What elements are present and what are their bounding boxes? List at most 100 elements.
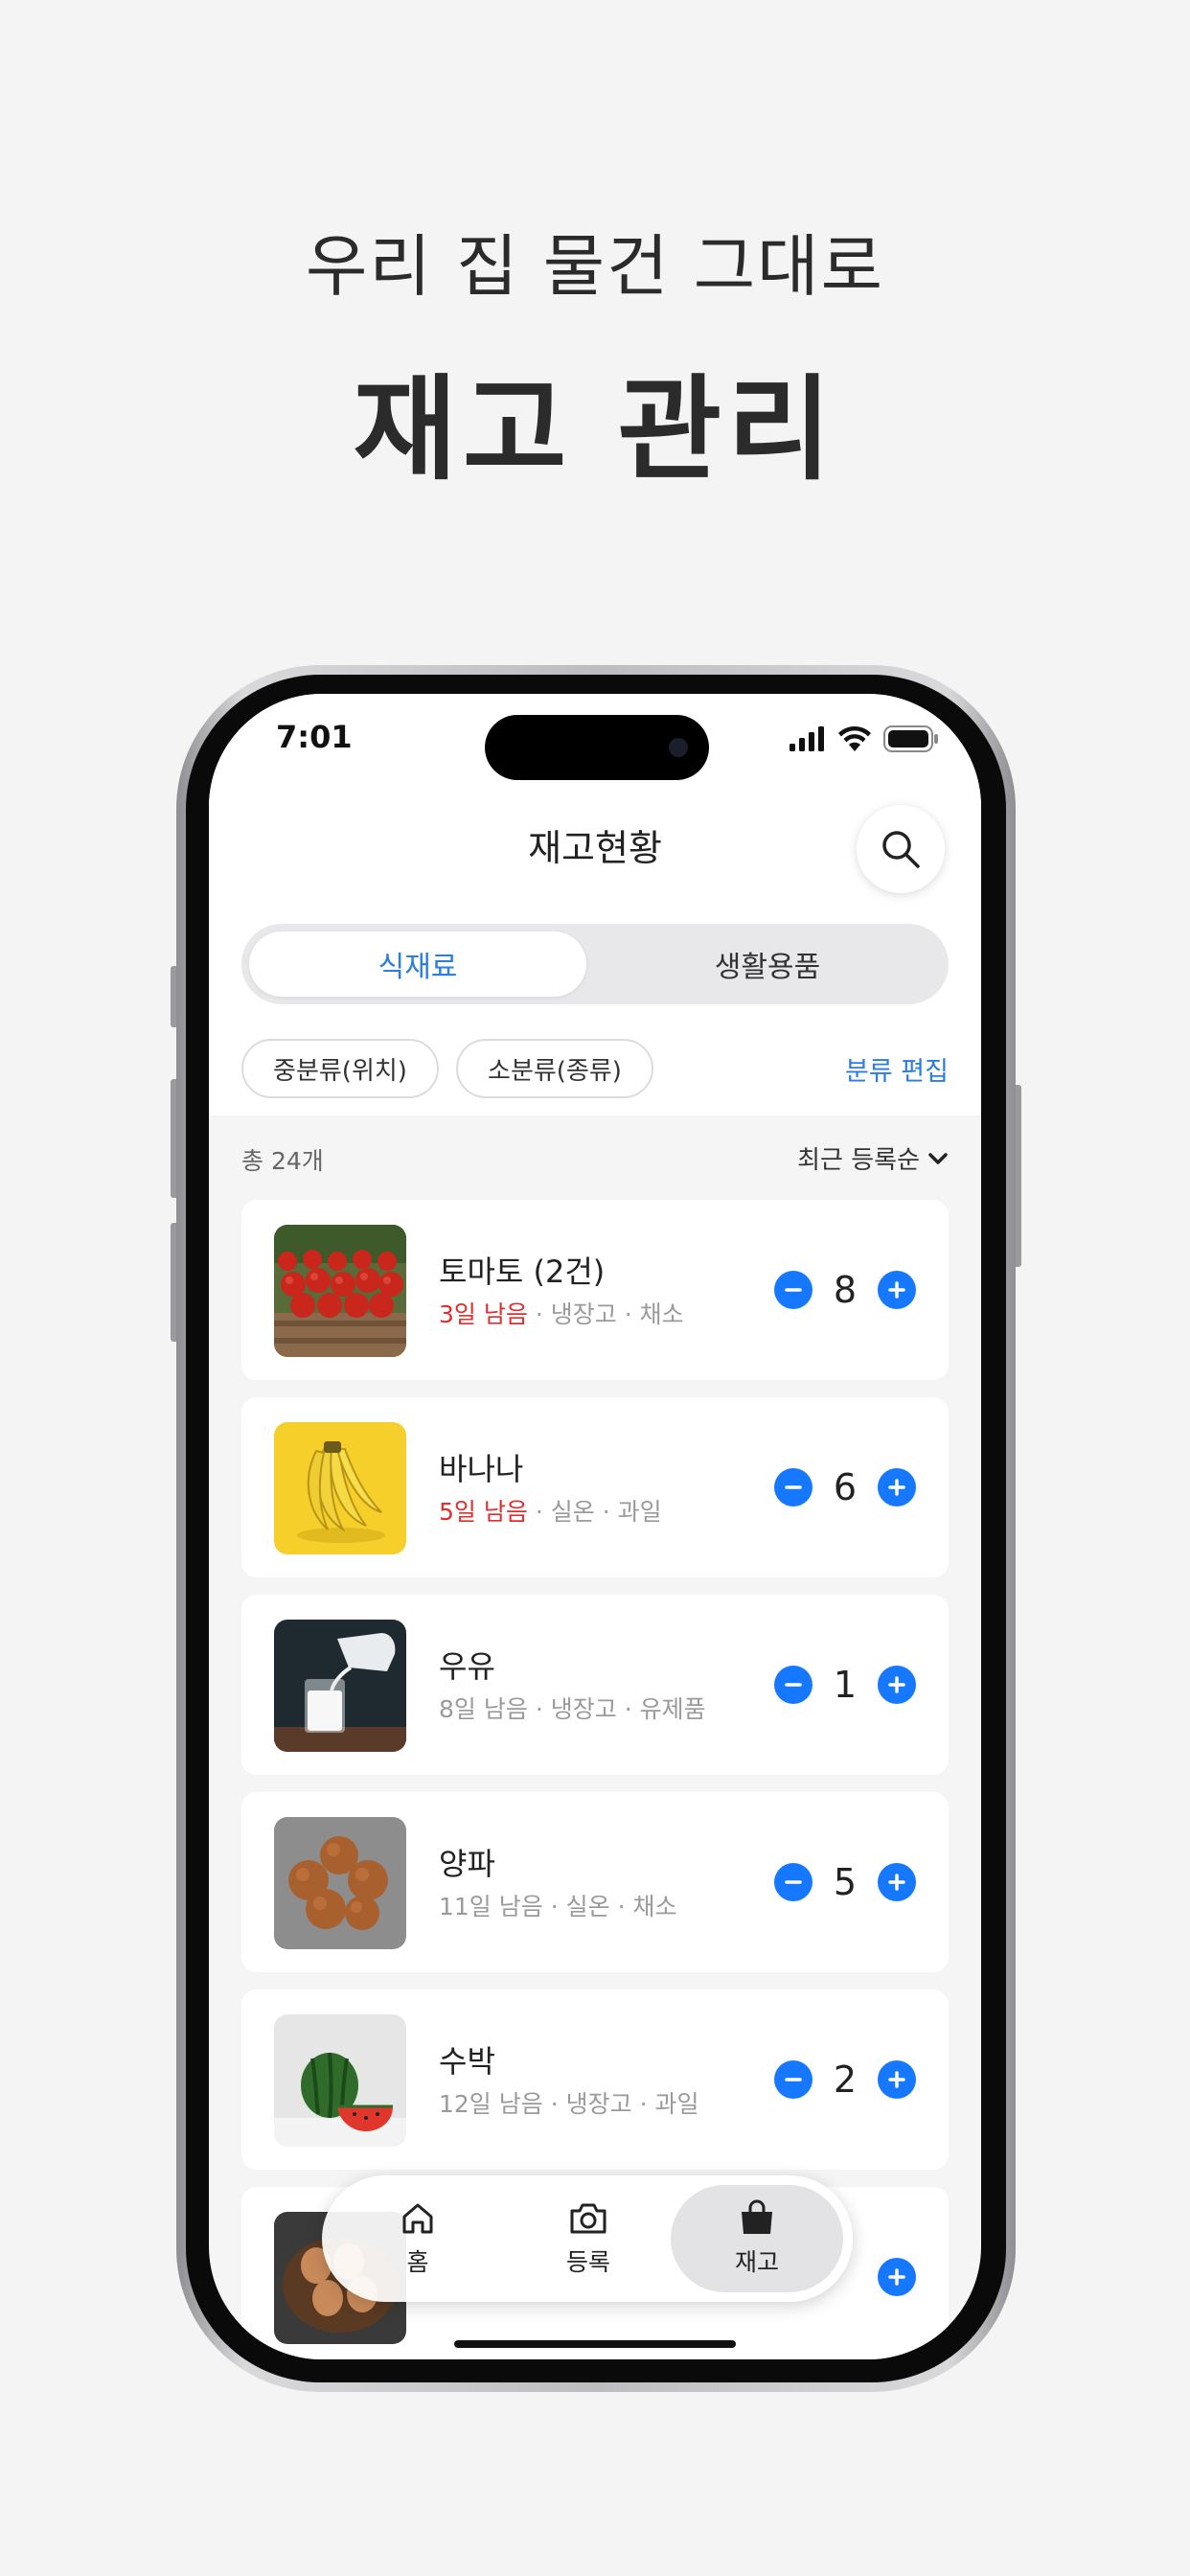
increment-button[interactable] xyxy=(878,2258,916,2296)
search-button[interactable] xyxy=(857,805,945,893)
item-category: 채소 xyxy=(632,1893,677,1920)
total-count: 총 24개 xyxy=(241,1147,324,1175)
days-left: 3일 남음 xyxy=(439,1300,528,1328)
home-icon xyxy=(402,2203,433,2234)
plus-icon xyxy=(888,1676,905,1693)
increment-button[interactable] xyxy=(878,1271,916,1309)
quantity-stepper: 8 xyxy=(774,1265,916,1315)
increment-button[interactable] xyxy=(878,2060,916,2099)
item-meta: 8일 남음 · 냉장고 · 유제품 xyxy=(439,1695,706,1723)
decrement-button[interactable] xyxy=(774,1468,812,1506)
item-category: 과일 xyxy=(654,2090,699,2118)
tab-home[interactable]: 홈 xyxy=(332,2185,504,2292)
search-icon xyxy=(882,831,920,868)
filter-chip-location[interactable]: 중분류(위치) xyxy=(241,1039,439,1098)
tab-inventory-label: 재고 xyxy=(734,2248,779,2276)
minus-icon xyxy=(785,1288,802,1292)
tab-register[interactable]: 등록 xyxy=(502,2185,675,2292)
status-bar: 7:01 xyxy=(209,694,981,790)
item-thumbnail xyxy=(274,1817,406,1949)
battery-icon xyxy=(883,725,938,752)
plus-icon xyxy=(888,1281,905,1299)
item-meta: 3일 남음 · 냉장고 · 채소 xyxy=(439,1300,684,1328)
signal-icon xyxy=(790,726,824,751)
plus-icon xyxy=(888,2071,905,2088)
quantity-value: 1 xyxy=(833,1664,858,1706)
quantity-value: 8 xyxy=(833,1269,858,1311)
item-location: 냉장고 xyxy=(565,2090,632,2118)
quantity-value: 2 xyxy=(833,2058,858,2101)
front-camera xyxy=(669,738,688,757)
plus-icon xyxy=(888,1479,905,1496)
status-icons xyxy=(790,724,939,753)
bottom-tab-bar: 홈 등록 재고 xyxy=(322,2175,853,2302)
days-left: 11일 남음 xyxy=(439,1893,543,1920)
item-category: 채소 xyxy=(639,1300,684,1328)
item-name: 수박 xyxy=(439,2043,495,2080)
decrement-button[interactable] xyxy=(774,1271,812,1309)
minus-icon xyxy=(785,2078,802,2082)
decrement-button[interactable] xyxy=(774,1863,812,1901)
promo-title: 재고 관리 xyxy=(353,363,837,495)
quantity-stepper: 5 xyxy=(774,1857,916,1907)
item-thumbnail xyxy=(274,1620,406,1752)
wifi-icon xyxy=(838,725,871,751)
list-item[interactable]: 수박 12일 남음 · 냉장고 · 과일 2 xyxy=(241,1990,949,2170)
filter-chip-type[interactable]: 소분류(종류) xyxy=(456,1039,653,1098)
tab-inventory[interactable]: 재고 xyxy=(671,2185,843,2292)
item-meta: 5일 남음 · 실온 · 과일 xyxy=(439,1498,662,1526)
tab-home-label: 홈 xyxy=(406,2248,429,2276)
minus-icon xyxy=(785,1683,802,1687)
list-item[interactable]: 우유 8일 남음 · 냉장고 · 유제품 1 xyxy=(241,1595,949,1775)
sort-dropdown[interactable]: 최근 등록순 xyxy=(797,1140,949,1176)
tab-household[interactable]: 생활용품 xyxy=(594,932,941,997)
item-category: 유제품 xyxy=(639,1695,706,1723)
app-screen: 7:01 재고현황 식재료 생활용품 중분류(위치) 소분류(종류) 분류 편집… xyxy=(209,694,981,2359)
quantity-stepper: 1 xyxy=(774,1660,916,1710)
category-segmented-control: 식재료 생활용품 xyxy=(241,924,949,1004)
milk-image xyxy=(274,1620,406,1752)
quantity-value: 6 xyxy=(833,1466,858,1508)
item-name: 바나나 xyxy=(439,1451,524,1487)
watermelon-image xyxy=(274,2014,406,2147)
list-item[interactable]: 바나나 5일 남음 · 실온 · 과일 6 xyxy=(241,1397,949,1577)
item-category: 과일 xyxy=(617,1498,662,1526)
tomato-image xyxy=(274,1225,406,1357)
item-meta: 12일 남음 · 냉장고 · 과일 xyxy=(439,2090,699,2118)
list-item[interactable]: 토마토 (2건) 3일 남음 · 냉장고 · 채소 8 xyxy=(241,1200,949,1380)
item-location: 실온 xyxy=(565,1893,610,1920)
quantity-stepper: 6 xyxy=(774,1462,916,1512)
plus-icon xyxy=(888,1874,905,1891)
increment-button[interactable] xyxy=(878,1666,916,1704)
promo-subtitle: 우리 집 물건 그대로 xyxy=(306,227,884,306)
status-time: 7:01 xyxy=(276,719,353,755)
item-name: 토마토 (2건) xyxy=(439,1254,606,1290)
item-location: 냉장고 xyxy=(550,1695,617,1723)
quantity-value: 5 xyxy=(833,1861,858,1903)
item-thumbnail xyxy=(274,1225,406,1357)
decrement-button[interactable] xyxy=(774,1666,812,1704)
decrement-button[interactable] xyxy=(774,2060,812,2099)
item-thumbnail xyxy=(274,1422,406,1554)
onion-image xyxy=(274,1817,406,1949)
sort-label: 최근 등록순 xyxy=(797,1146,920,1175)
item-thumbnail xyxy=(274,2014,406,2147)
days-left: 12일 남음 xyxy=(439,2090,543,2118)
minus-icon xyxy=(785,1485,802,1489)
increment-button[interactable] xyxy=(878,1468,916,1506)
item-location: 냉장고 xyxy=(550,1300,617,1328)
item-name: 양파 xyxy=(439,1846,495,1882)
chevron-down-icon xyxy=(928,1152,948,1164)
bag-icon xyxy=(742,2199,772,2234)
quantity-stepper: 2 xyxy=(774,2055,916,2104)
dynamic-island xyxy=(485,715,709,780)
increment-button[interactable] xyxy=(878,1863,916,1901)
item-location: 실온 xyxy=(550,1498,595,1526)
list-item[interactable]: 양파 11일 남음 · 실온 · 채소 5 xyxy=(241,1792,949,1972)
tab-ingredients[interactable]: 식재료 xyxy=(249,932,586,997)
item-name: 우유 xyxy=(439,1648,495,1685)
tab-register-label: 등록 xyxy=(565,2248,610,2276)
edit-category-link[interactable]: 분류 편집 xyxy=(845,1050,949,1088)
days-left: 8일 남음 xyxy=(439,1695,528,1723)
item-meta: 11일 남음 · 실온 · 채소 xyxy=(439,1893,677,1920)
